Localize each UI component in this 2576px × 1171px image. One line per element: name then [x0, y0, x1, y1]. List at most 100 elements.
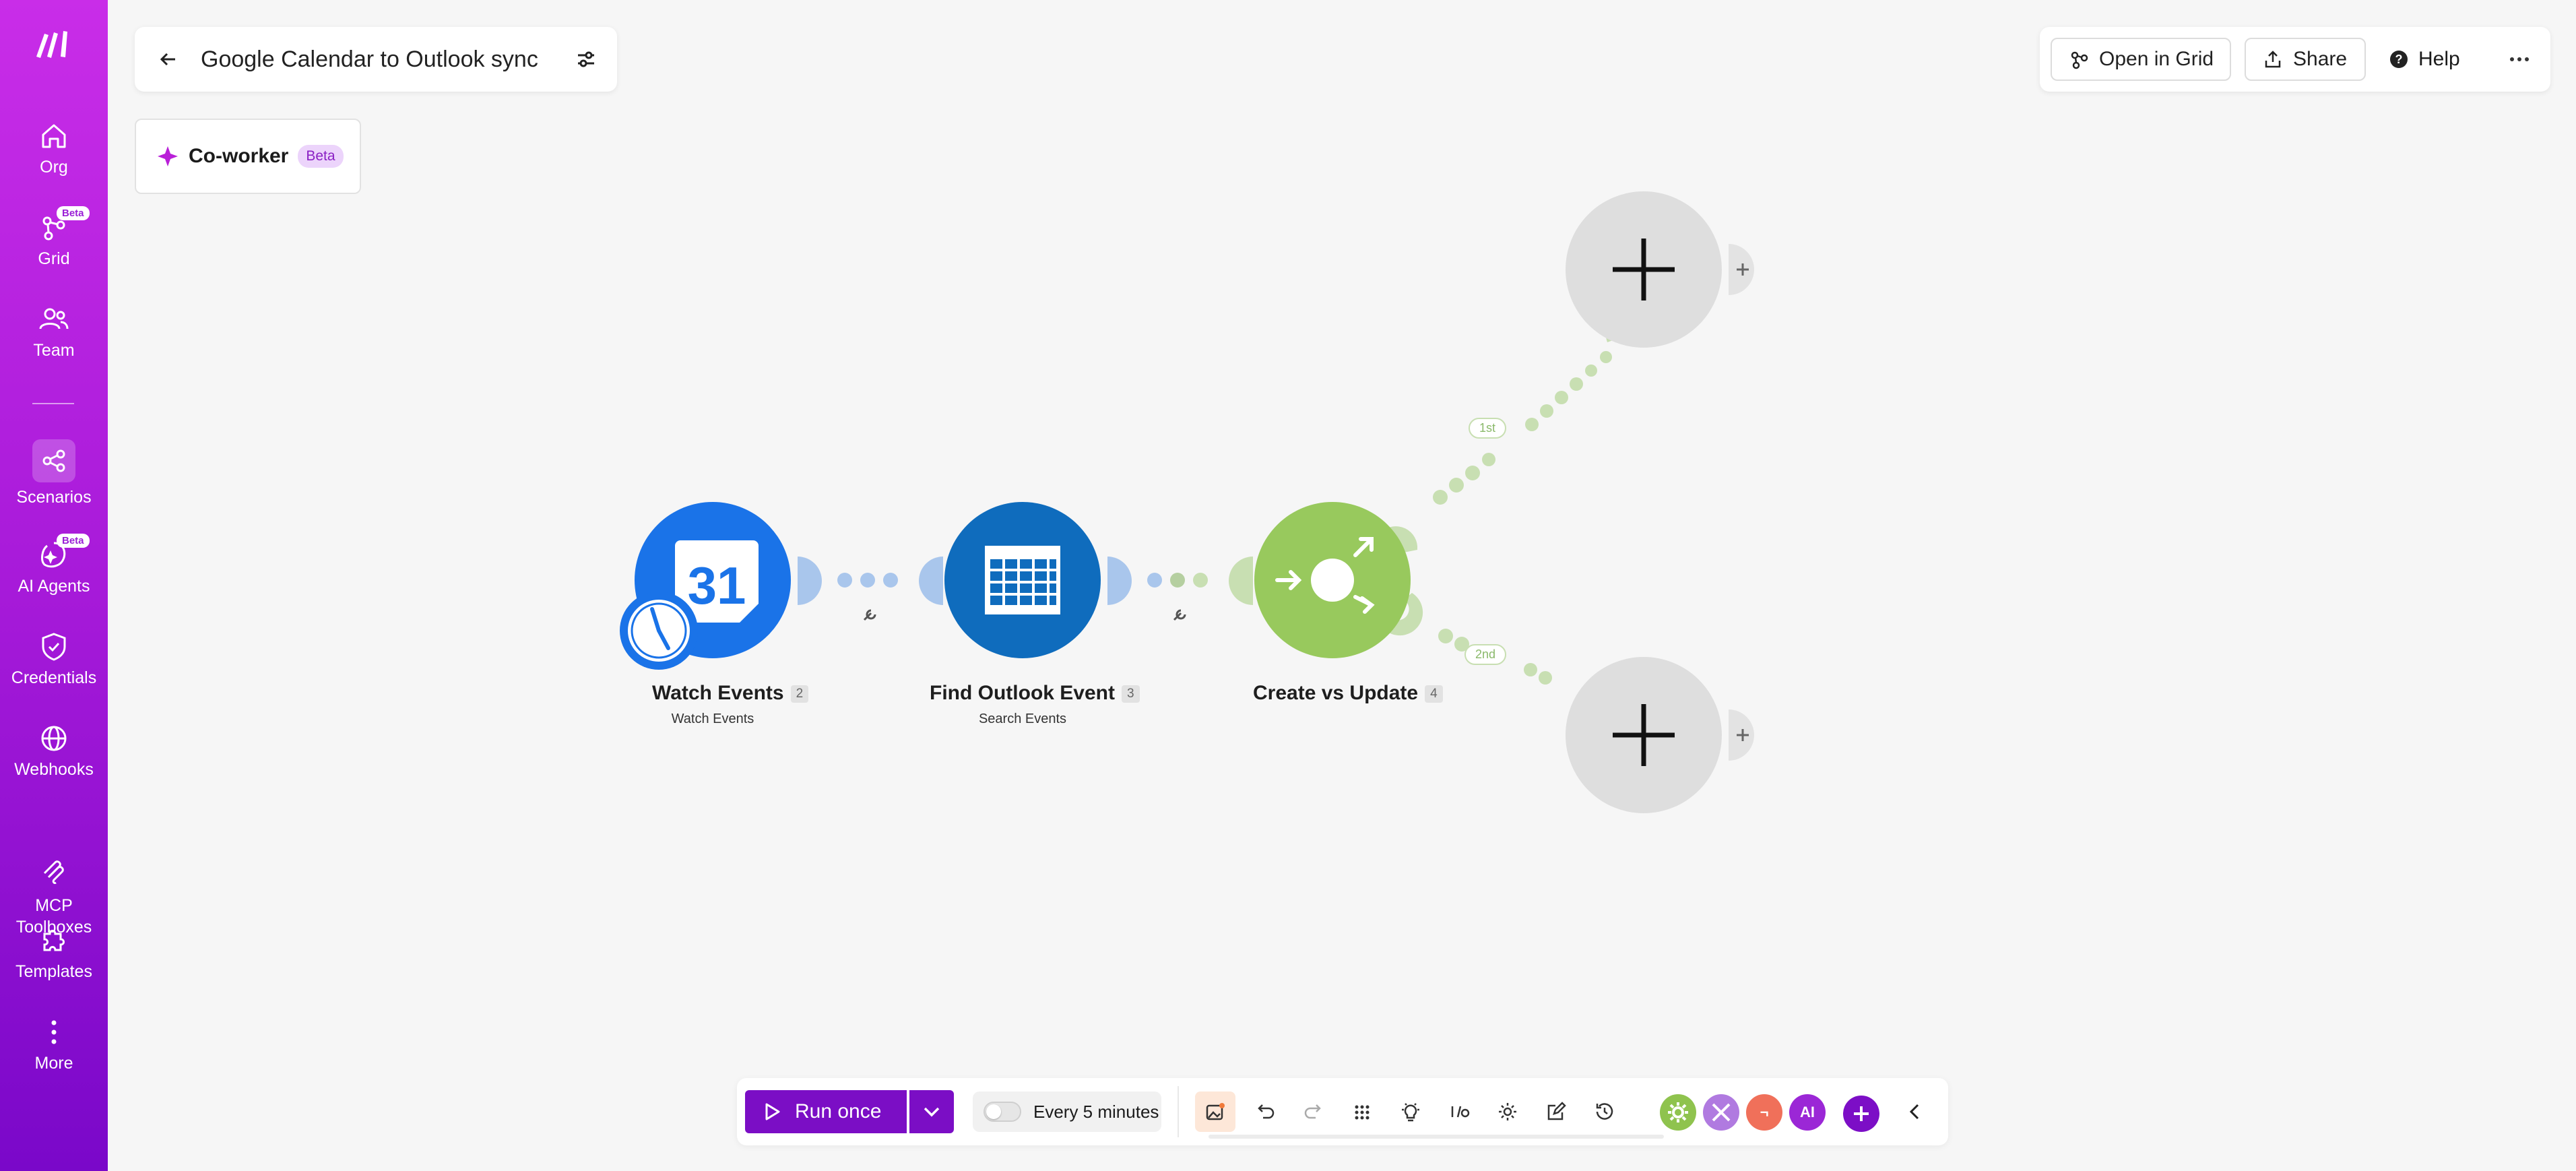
sidebar-item-scenarios[interactable]: Scenarios [0, 439, 108, 507]
connector-2-3[interactable] [1107, 557, 1253, 605]
scenario-header: Google Calendar to Outlook sync [135, 27, 617, 92]
sidebar-item-credentials[interactable]: Credentials [0, 631, 108, 688]
module-watch-events[interactable]: 31 [620, 502, 791, 670]
more-horizontal-icon[interactable] [2503, 38, 2536, 81]
sidebar-item-ai-agents[interactable]: Beta AI Agents [0, 534, 108, 596]
help-button[interactable]: ? Help [2389, 38, 2460, 81]
sidebar-divider [32, 403, 74, 404]
module-router[interactable] [1254, 502, 1411, 658]
module-title[interactable]: Find Outlook Event 3 [930, 682, 1140, 705]
sidebar-item-label: More [34, 1054, 73, 1073]
sidebar: Org Beta Grid Team Scenarios Beta AI Age… [0, 0, 108, 1171]
scenario-flow: 31 [620, 191, 1754, 813]
run-once-button[interactable]: Run once [745, 1090, 907, 1133]
flow-control-avatar[interactable]: ¬ [1746, 1094, 1782, 1131]
sparkle-icon [158, 146, 178, 166]
share-button[interactable]: Share [2245, 38, 2366, 81]
sidebar-item-templates[interactable]: Templates [0, 924, 108, 982]
module-find-outlook-event[interactable] [944, 502, 1101, 658]
sidebar-item-label: Credentials [11, 668, 97, 687]
play-icon [765, 1103, 780, 1120]
toolbar-divider [1178, 1086, 1179, 1137]
sidebar-item-org[interactable]: Org [0, 120, 108, 177]
grid-network-icon [2071, 51, 2088, 69]
undo-icon[interactable] [1250, 1097, 1280, 1127]
module-number: 4 [1425, 685, 1443, 703]
beta-badge: Beta [298, 145, 344, 168]
ai-app-avatar[interactable]: AI [1789, 1094, 1826, 1131]
chevron-left-icon [1909, 1104, 1919, 1120]
tools-icon [1703, 1094, 1739, 1131]
filter-wrench-icon[interactable] [863, 609, 876, 621]
schedule-toggle[interactable]: Every 5 minutes [973, 1091, 1161, 1132]
sidebar-item-label: Team [33, 341, 75, 360]
module-number: 3 [1122, 685, 1140, 703]
sidebar-item-label: Webhooks [14, 760, 94, 779]
run-once-label: Run once [795, 1100, 882, 1122]
module-subtitle: Watch Events [671, 711, 754, 726]
share-nodes-icon [32, 439, 75, 482]
open-in-grid-label: Open in Grid [2099, 48, 2214, 70]
sidebar-item-mcp-toolboxes[interactable]: MCP Toolboxes [0, 814, 108, 938]
sidebar-item-label: Scenarios [16, 488, 92, 507]
coworker-button[interactable]: Co-worker Beta [135, 119, 361, 194]
module-number: 2 [790, 685, 809, 703]
module-title[interactable]: Watch Events 2 [652, 682, 809, 705]
module-name: Watch Events [652, 682, 784, 704]
beta-badge: Beta [57, 206, 90, 220]
collapse-toolbar-button[interactable] [1900, 1097, 1929, 1127]
add-app-button[interactable] [1843, 1096, 1879, 1132]
globe-icon [38, 722, 70, 755]
run-options-dropdown[interactable] [909, 1090, 954, 1133]
toolbar-scroll-track[interactable] [1209, 1135, 1664, 1139]
scheduling-switch[interactable] [984, 1102, 1021, 1122]
schedule-label: Every 5 minutes [1033, 1101, 1159, 1122]
back-arrow-icon[interactable] [154, 44, 183, 74]
edit-note-icon[interactable] [1541, 1097, 1571, 1127]
open-in-grid-button[interactable]: Open in Grid [2051, 38, 2231, 81]
scenario-title[interactable]: Google Calendar to Outlook sync [201, 46, 538, 73]
sidebar-item-webhooks[interactable]: Webhooks [0, 722, 108, 780]
auto-align-grid-icon[interactable] [1347, 1097, 1377, 1127]
notes-image-icon[interactable] [1195, 1091, 1235, 1132]
mcp-icon [38, 835, 70, 884]
route-label-1st[interactable]: 1st [1469, 418, 1507, 439]
filter-wrench-icon[interactable] [1173, 609, 1186, 621]
team-icon [38, 303, 70, 336]
share-icon [2265, 51, 2281, 68]
ai-icon: AI [1800, 1104, 1815, 1120]
sidebar-item-label: Grid [38, 249, 70, 268]
sidebar-item-team[interactable]: Team [0, 303, 108, 360]
io-explain-flow-icon[interactable] [1444, 1097, 1474, 1127]
home-icon [38, 120, 70, 152]
sidebar-item-more[interactable]: More [0, 1016, 108, 1073]
add-module-placeholder-2[interactable] [1566, 657, 1754, 813]
sidebar-item-label: Templates [15, 962, 92, 981]
beta-badge: Beta [57, 534, 90, 548]
add-module-placeholder-1[interactable] [1566, 191, 1754, 348]
flow-control-icon: ¬ [1760, 1104, 1769, 1120]
shield-check-icon [38, 631, 70, 663]
redo-icon[interactable] [1299, 1097, 1328, 1127]
make-logo-icon[interactable] [34, 27, 74, 61]
scenario-canvas[interactable]: 31 1st 2nd Watch Events 2 Watch Events F… [108, 0, 2576, 1171]
share-label: Share [2293, 48, 2348, 70]
module-subtitle: Search Events [978, 711, 1067, 726]
tools-app-avatar[interactable] [1660, 1094, 1696, 1131]
chevron-down-icon [924, 1107, 940, 1117]
help-label: Help [2418, 48, 2460, 70]
vertical-dots-icon [38, 1016, 70, 1048]
sliders-icon[interactable] [571, 44, 601, 74]
route-1-connector[interactable] [1381, 306, 1640, 552]
gear-icon[interactable] [1493, 1097, 1522, 1127]
route-label-2nd[interactable]: 2nd [1464, 644, 1507, 665]
connector-1-2[interactable] [798, 557, 943, 605]
module-title[interactable]: Create vs Update 4 [1253, 682, 1443, 705]
lightbulb-icon[interactable] [1396, 1097, 1425, 1127]
svg-text:?: ? [2395, 53, 2403, 66]
history-icon[interactable] [1590, 1097, 1619, 1127]
builtin-tools-avatar[interactable] [1703, 1094, 1739, 1131]
help-circle-icon: ? [2390, 51, 2408, 68]
sidebar-item-grid[interactable]: Beta Grid [0, 206, 108, 269]
gear-icon [1660, 1094, 1696, 1131]
